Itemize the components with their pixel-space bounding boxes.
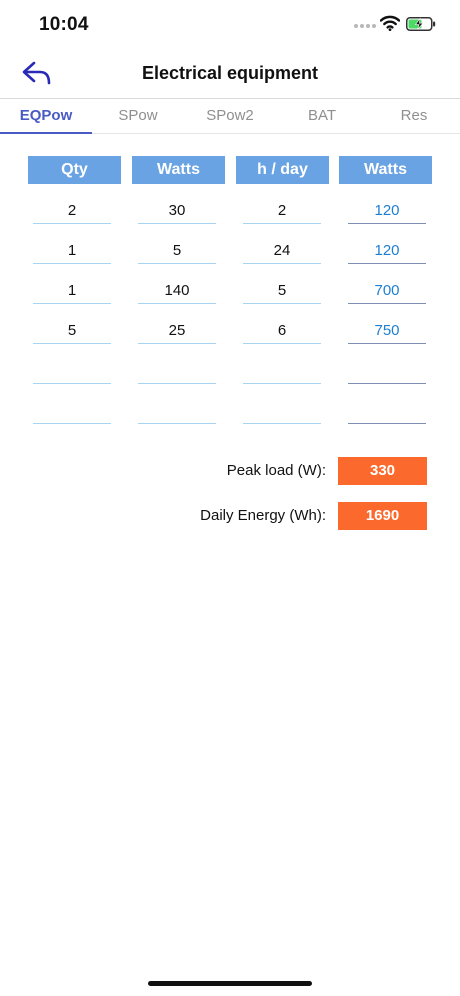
daily-energy-label: Daily Energy (Wh): — [200, 507, 326, 524]
qty-input[interactable]: 1 — [33, 278, 111, 304]
status-time: 10:04 — [39, 14, 89, 35]
column-header-total-watts: Watts — [339, 156, 432, 184]
tab-bar: EQPow SPow SPow2 BAT Res — [0, 98, 460, 134]
cellular-signal-icon — [354, 24, 376, 30]
peak-load-label: Peak load (W): — [226, 462, 326, 479]
wifi-icon — [380, 15, 400, 31]
tab-eqpow[interactable]: EQPow — [0, 99, 92, 134]
column-header-hours-per-day: h / day — [236, 156, 329, 184]
watts-input[interactable] — [138, 358, 216, 384]
peak-load-value: 330 — [338, 457, 427, 485]
total-watts-value: 750 — [348, 318, 426, 344]
total-watts-value: 120 — [348, 238, 426, 264]
column-header-watts: Watts — [132, 156, 225, 184]
hours-input[interactable]: 2 — [243, 198, 321, 224]
watts-input[interactable] — [138, 398, 216, 424]
status-bar: 10:04 — [0, 0, 460, 50]
qty-input[interactable]: 1 — [33, 238, 111, 264]
tab-bat[interactable]: BAT — [276, 99, 368, 133]
total-watts-value: 120 — [348, 198, 426, 224]
qty-input[interactable] — [33, 358, 111, 384]
tab-spow[interactable]: SPow — [92, 99, 184, 133]
hours-input[interactable]: 6 — [243, 318, 321, 344]
nav-bar: Electrical equipment — [0, 50, 460, 98]
battery-charging-icon — [406, 17, 436, 31]
hours-input[interactable] — [243, 358, 321, 384]
watts-input[interactable]: 5 — [138, 238, 216, 264]
hours-input[interactable]: 24 — [243, 238, 321, 264]
daily-energy-value: 1690 — [338, 502, 427, 530]
tab-res[interactable]: Res — [368, 99, 460, 133]
qty-input[interactable] — [33, 398, 111, 424]
watts-input[interactable]: 30 — [138, 198, 216, 224]
hours-input[interactable] — [243, 398, 321, 424]
total-watts-value: 700 — [348, 278, 426, 304]
qty-input[interactable]: 2 — [33, 198, 111, 224]
watts-input[interactable]: 140 — [138, 278, 216, 304]
home-indicator — [148, 981, 312, 986]
tab-spow2[interactable]: SPow2 — [184, 99, 276, 133]
total-watts-value — [348, 358, 426, 384]
total-watts-value — [348, 398, 426, 424]
qty-input[interactable]: 5 — [33, 318, 111, 344]
hours-input[interactable]: 5 — [243, 278, 321, 304]
watts-input[interactable]: 25 — [138, 318, 216, 344]
page-title: Electrical equipment — [141, 63, 319, 83]
column-header-qty: Qty — [28, 156, 121, 184]
